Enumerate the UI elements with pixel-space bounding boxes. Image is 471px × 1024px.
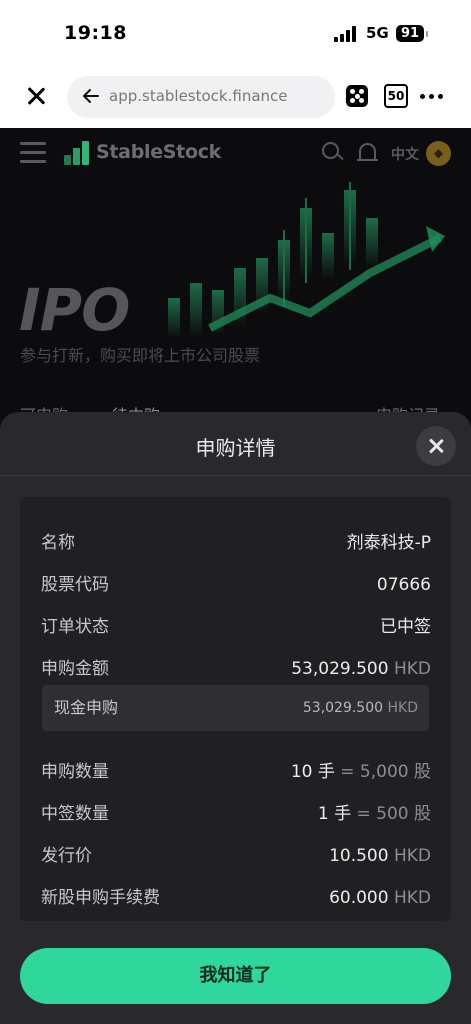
currency-unit: HKD — [393, 888, 431, 908]
amount-value: 53,029.500 — [302, 700, 384, 716]
hero-title: IPO — [19, 276, 130, 344]
menu-icon[interactable] — [20, 142, 46, 164]
row-label: 申购数量 — [41, 762, 109, 782]
row-label: 发行价 — [41, 846, 92, 866]
row-value: 53,029.500 HKD — [291, 654, 431, 684]
row-value: 07666 — [376, 575, 431, 595]
row-value: 10 手 = 5,000 股 — [291, 757, 431, 787]
subscription-detail-sheet: 申购详情 名称 剂泰科技-P 股票代码 07666 订单状态 已中签 申购金额 … — [0, 412, 471, 1024]
signal-icon — [334, 26, 358, 42]
status-time: 19:18 — [64, 22, 127, 44]
logo-text: StableStock — [96, 141, 222, 163]
detail-row-amount: 申购金额 53,029.500 HKD — [20, 654, 451, 684]
equals-sign: = — [356, 804, 371, 824]
shares-value: 5,000 股 — [359, 762, 431, 782]
row-label: 申购金额 — [41, 659, 109, 679]
equals-sign: = — [340, 762, 355, 782]
hero-subtitle: 参与打新，购买即将上市公司股票 — [20, 346, 261, 365]
lots-value: 10 手 — [290, 762, 335, 782]
detail-row-name: 名称 剂泰科技-P — [20, 528, 451, 558]
lots-value: 1 手 — [317, 804, 352, 824]
amount-value: 10.500 — [329, 846, 389, 866]
row-value: 1 手 = 500 股 — [318, 799, 431, 829]
network-label: 5G — [366, 24, 389, 42]
cash-subscription-box: 现金申购 53,029.500 HKD — [42, 685, 429, 731]
detail-row-quantity: 申购数量 10 手 = 5,000 股 — [20, 757, 451, 787]
tabs-count-button[interactable]: 50 — [384, 84, 408, 108]
close-icon[interactable] — [24, 84, 48, 108]
row-value: 已中签 — [380, 617, 431, 637]
back-arrow-icon[interactable] — [81, 86, 101, 106]
row-value: 剂泰科技-P — [346, 533, 431, 553]
amount-value: 60.000 — [329, 888, 389, 908]
divider — [0, 475, 471, 476]
more-icon[interactable] — [420, 94, 444, 100]
dice-icon[interactable] — [346, 85, 368, 107]
amount-value: 53,029.500 — [291, 659, 389, 679]
hero-candlestick-graphic — [168, 182, 445, 338]
row-label: 订单状态 — [41, 617, 109, 637]
bell-icon[interactable] — [357, 142, 379, 164]
row-label: 股票代码 — [41, 575, 109, 595]
detail-row-fee: 新股申购手续费 60.000 HKD — [20, 883, 451, 913]
url-bar[interactable]: app.stablestock.finance — [67, 76, 335, 118]
detail-row-allotted: 中签数量 1 手 = 500 股 — [20, 799, 451, 829]
row-value: 60.000 HKD — [329, 883, 431, 913]
wallet-coin-icon[interactable]: ◆ — [426, 141, 451, 166]
row-label: 中签数量 — [41, 804, 109, 824]
row-label: 新股申购手续费 — [41, 888, 160, 908]
battery-icon: 91 — [396, 25, 424, 42]
row-label: 名称 — [41, 533, 75, 553]
site-header: StableStock 中文 ◆ — [0, 128, 471, 180]
detail-row-price: 发行价 10.500 HKD — [20, 841, 451, 871]
row-label: 现金申购 — [54, 698, 119, 717]
currency-unit: HKD — [393, 846, 431, 866]
detail-card: 名称 剂泰科技-P 股票代码 07666 订单状态 已中签 申购金额 53,02… — [20, 497, 451, 921]
url-text[interactable]: app.stablestock.finance — [109, 87, 288, 105]
browser-toolbar: app.stablestock.finance 50 — [0, 66, 471, 128]
language-switch[interactable]: 中文 — [391, 144, 419, 164]
detail-row-status: 订单状态 已中签 — [20, 612, 451, 642]
search-icon[interactable] — [322, 142, 344, 164]
currency-unit: HKD — [393, 659, 431, 679]
row-value: 10.500 HKD — [329, 841, 431, 871]
currency-unit: HKD — [387, 700, 419, 716]
battery-tip — [426, 31, 428, 37]
row-value: 53,029.500 HKD — [303, 685, 418, 731]
detail-row-code: 股票代码 07666 — [20, 570, 451, 600]
confirm-button[interactable]: 我知道了 — [20, 948, 451, 1004]
close-icon[interactable] — [416, 426, 456, 466]
status-bar: 19:18 5G 91 — [0, 0, 471, 66]
shares-value: 500 股 — [376, 804, 431, 824]
sheet-title: 申购详情 — [195, 436, 276, 460]
logo-icon — [64, 141, 92, 165]
